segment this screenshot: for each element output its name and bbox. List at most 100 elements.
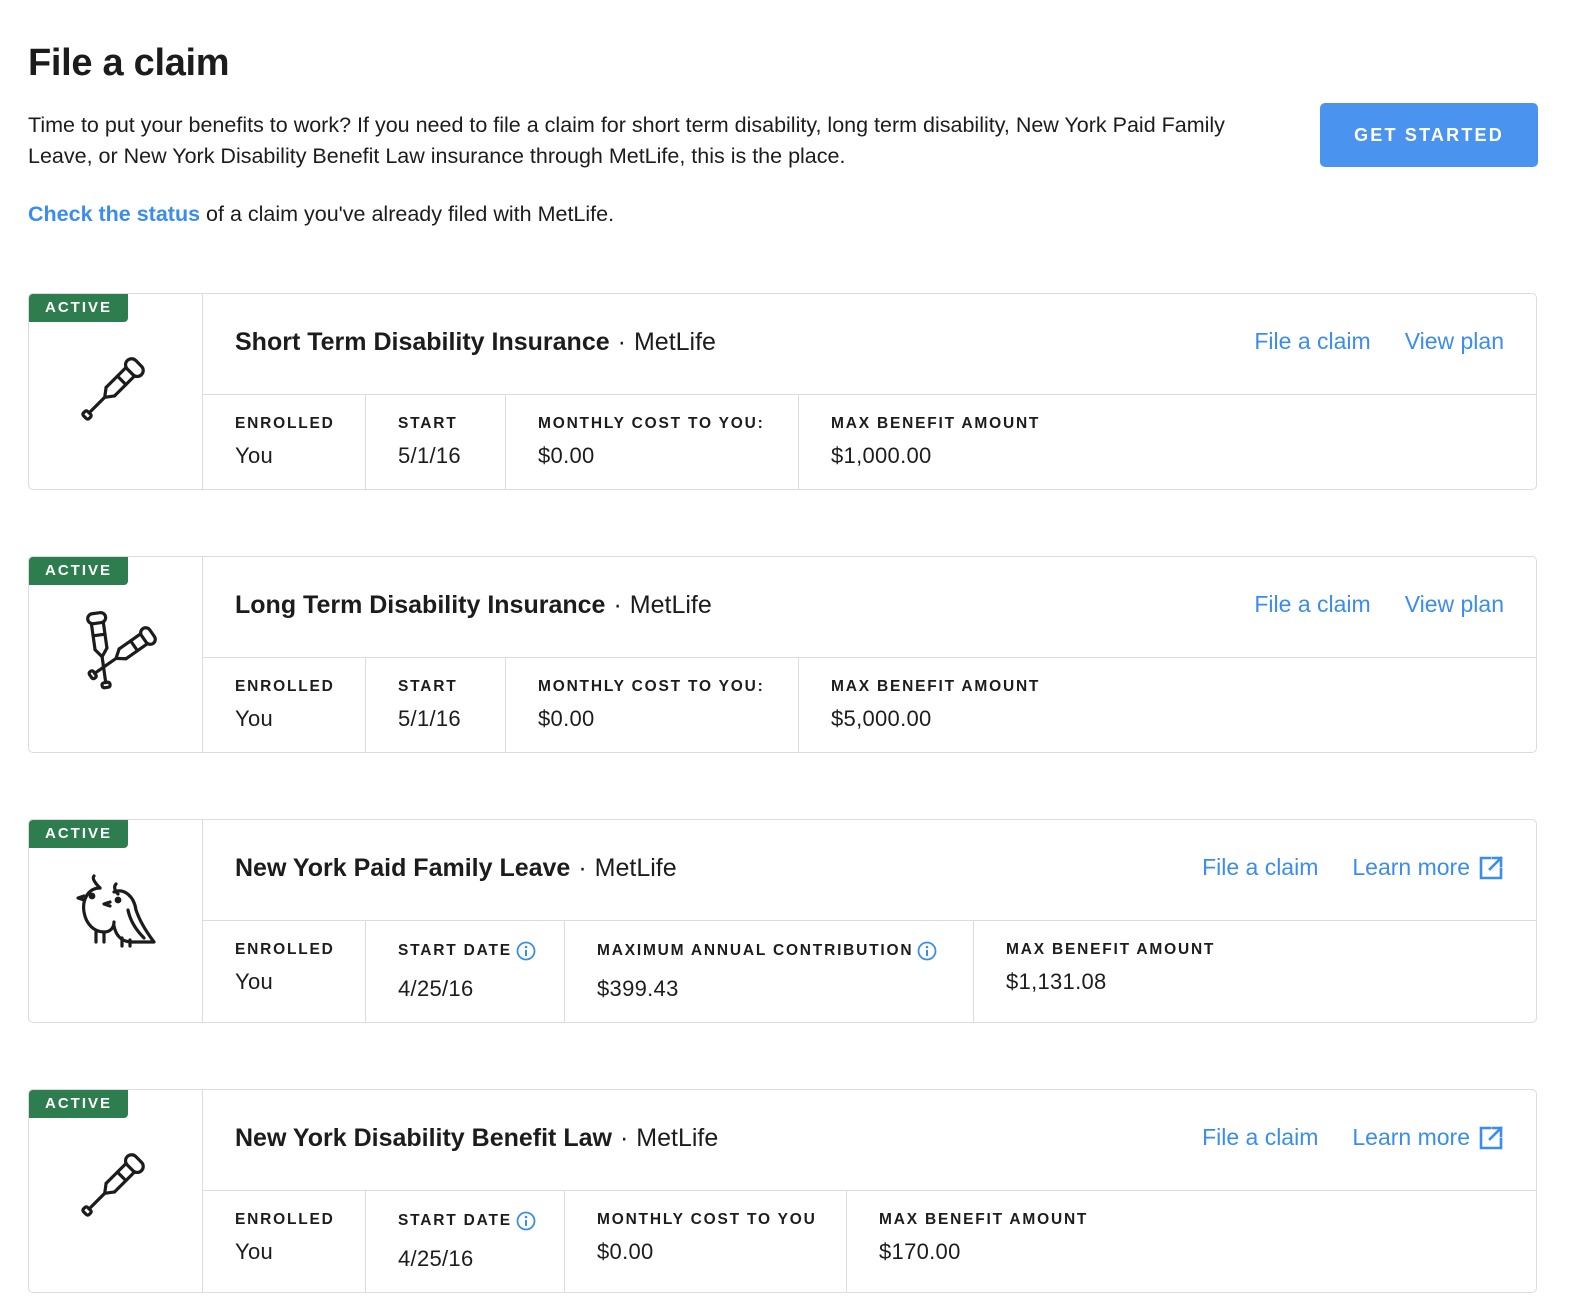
status-badge: ACTIVE: [29, 1090, 129, 1118]
learn-more-label: Learn more: [1352, 854, 1470, 880]
stat-label: MAX BENEFIT AMOUNT: [1006, 941, 1216, 958]
plan-name: New York Disability Benefit Law: [235, 1124, 612, 1152]
plan-card-ny-disability-benefit-law: ACTIVE New York Disability Benefit Law · M…: [28, 1089, 1537, 1293]
file-claim-link[interactable]: File a claim: [1202, 854, 1318, 881]
status-line-text: of a claim you've already filed with Met…: [200, 202, 615, 226]
stat-monthly-cost: MONTHLY COST TO YOU: $0.00: [506, 395, 799, 489]
plan-actions: File a claim View plan: [1220, 328, 1504, 355]
info-icon[interactable]: [917, 941, 937, 961]
learn-more-label: Learn more: [1352, 1124, 1470, 1150]
stat-label: MAX BENEFIT AMOUNT: [831, 415, 1041, 432]
stat-label-row: START DATE: [398, 1211, 536, 1231]
plan-actions: File a claim View plan: [1220, 591, 1504, 618]
stat-label: ENROLLED: [235, 415, 335, 432]
view-plan-link[interactable]: View plan: [1405, 328, 1504, 355]
stat-value: 5/1/16: [398, 706, 461, 731]
file-claim-link[interactable]: File a claim: [1254, 328, 1370, 355]
plan-icon-column: ACTIVE: [29, 820, 203, 1022]
stat-start: START 5/1/16: [366, 395, 506, 489]
stat-label: MONTHLY COST TO YOU:: [538, 415, 765, 432]
separator-dot: ·: [613, 591, 622, 619]
plan-stats: ENROLLED You START 5/1/16 MONTHLY COST TO …: [203, 658, 1536, 752]
external-link-icon: [1479, 1125, 1503, 1149]
learn-more-link[interactable]: Learn more: [1352, 1124, 1504, 1151]
crutch-icon: [81, 357, 145, 421]
stat-label: ENROLLED: [235, 941, 335, 958]
file-claim-link[interactable]: File a claim: [1202, 1124, 1318, 1151]
stat-value: $1,131.08: [1006, 969, 1107, 994]
stat-value: You: [235, 1239, 274, 1264]
plan-stats: ENROLLED You START DATE 4/25/16 MAXIMUM AN…: [203, 921, 1536, 1022]
stat-label-row: MAXIMUM ANNUAL CONTRIBUTION: [597, 941, 937, 961]
stat-value: You: [235, 969, 274, 994]
separator-dot: ·: [578, 854, 587, 882]
separator-dot: ·: [617, 328, 626, 356]
stat-max-benefit: MAX BENEFIT AMOUNT $170.00: [847, 1191, 1347, 1292]
stat-label: START DATE: [398, 1212, 512, 1229]
plan-actions: File a claim Learn more: [1168, 854, 1504, 881]
plan-title: Long Term Disability Insurance · MetLife: [235, 591, 712, 620]
stat-label: START DATE: [398, 942, 512, 959]
learn-more-link[interactable]: Learn more: [1352, 854, 1504, 881]
stat-monthly-cost: MONTHLY COST TO YOU $0.00: [565, 1191, 847, 1292]
stat-start-date: START DATE 4/25/16: [366, 921, 565, 1022]
stat-value: You: [235, 706, 274, 731]
plan-provider: MetLife: [636, 1124, 719, 1152]
stat-value: $5,000.00: [831, 706, 932, 731]
stat-value: $399.43: [597, 976, 679, 1001]
stat-max-benefit: MAX BENEFIT AMOUNT $1,131.08: [974, 921, 1474, 1022]
stat-value: $0.00: [597, 1239, 654, 1264]
plan-name: New York Paid Family Leave: [235, 854, 571, 882]
plan-header: New York Disability Benefit Law · MetLife …: [203, 1090, 1536, 1191]
stat-label: ENROLLED: [235, 678, 335, 695]
stat-enrolled: ENROLLED You: [203, 1191, 366, 1292]
get-started-button[interactable]: GET STARTED: [1320, 103, 1538, 167]
stat-enrolled: ENROLLED You: [203, 921, 366, 1022]
stat-label: MONTHLY COST TO YOU: [597, 1211, 817, 1228]
plan-title: Short Term Disability Insurance · MetLife: [235, 328, 716, 357]
info-icon[interactable]: [516, 941, 536, 961]
stat-label: START: [398, 415, 458, 432]
stat-label: MAX BENEFIT AMOUNT: [831, 678, 1041, 695]
plan-icon-column: ACTIVE: [29, 557, 203, 752]
stat-monthly-cost: MONTHLY COST TO YOU: $0.00: [506, 658, 799, 752]
plan-card-long-term-disability: ACTIVE Long Term Disability Insurance · …: [28, 556, 1537, 753]
stat-max-benefit: MAX BENEFIT AMOUNT $5,000.00: [799, 658, 1299, 752]
crutch-icon: [81, 1153, 145, 1217]
status-line: Check the status of a claim you've alrea…: [28, 200, 614, 228]
plan-name: Short Term Disability Insurance: [235, 328, 610, 356]
crossed-crutches-icon: [86, 611, 157, 690]
view-plan-link[interactable]: View plan: [1405, 591, 1504, 618]
stat-label: MONTHLY COST TO YOU:: [538, 678, 765, 695]
stat-label-row: START DATE: [398, 941, 536, 961]
plan-provider: MetLife: [633, 328, 716, 356]
stat-value: 5/1/16: [398, 443, 461, 468]
intro-text: Time to put your benefits to work? If yo…: [28, 113, 1225, 168]
file-claim-link[interactable]: File a claim: [1254, 591, 1370, 618]
stat-value: $1,000.00: [831, 443, 932, 468]
stat-value: $0.00: [538, 443, 595, 468]
plan-header: Short Term Disability Insurance · MetLife …: [203, 294, 1536, 395]
plan-stats: ENROLLED You START DATE 4/25/16 MONTHLY CO…: [203, 1191, 1536, 1292]
stat-enrolled: ENROLLED You: [203, 658, 366, 752]
plan-name: Long Term Disability Insurance: [235, 591, 606, 619]
stat-enrolled: ENROLLED You: [203, 395, 366, 489]
plan-title: New York Disability Benefit Law · MetLife: [235, 1124, 718, 1153]
stat-start: START 5/1/16: [366, 658, 506, 752]
plan-provider: MetLife: [594, 854, 677, 882]
plan-provider: MetLife: [629, 591, 712, 619]
plan-actions: File a claim Learn more: [1168, 1124, 1504, 1151]
two-birds-icon: [76, 874, 156, 948]
stat-max-benefit: MAX BENEFIT AMOUNT $1,000.00: [799, 395, 1299, 489]
info-icon[interactable]: [516, 1211, 536, 1231]
stat-value: 4/25/16: [398, 1246, 474, 1271]
plan-header: New York Paid Family Leave · MetLife File …: [203, 820, 1536, 921]
stat-max-annual-contribution: MAXIMUM ANNUAL CONTRIBUTION $399.43: [565, 921, 974, 1022]
stat-value: You: [235, 443, 274, 468]
external-link-icon: [1479, 855, 1503, 879]
stat-label: ENROLLED: [235, 1211, 335, 1228]
status-badge: ACTIVE: [29, 294, 129, 322]
plan-card-short-term-disability: ACTIVE Short Term Disability Insurance · M…: [28, 293, 1537, 490]
check-status-link[interactable]: Check the status: [28, 202, 200, 226]
plan-title: New York Paid Family Leave · MetLife: [235, 854, 677, 883]
